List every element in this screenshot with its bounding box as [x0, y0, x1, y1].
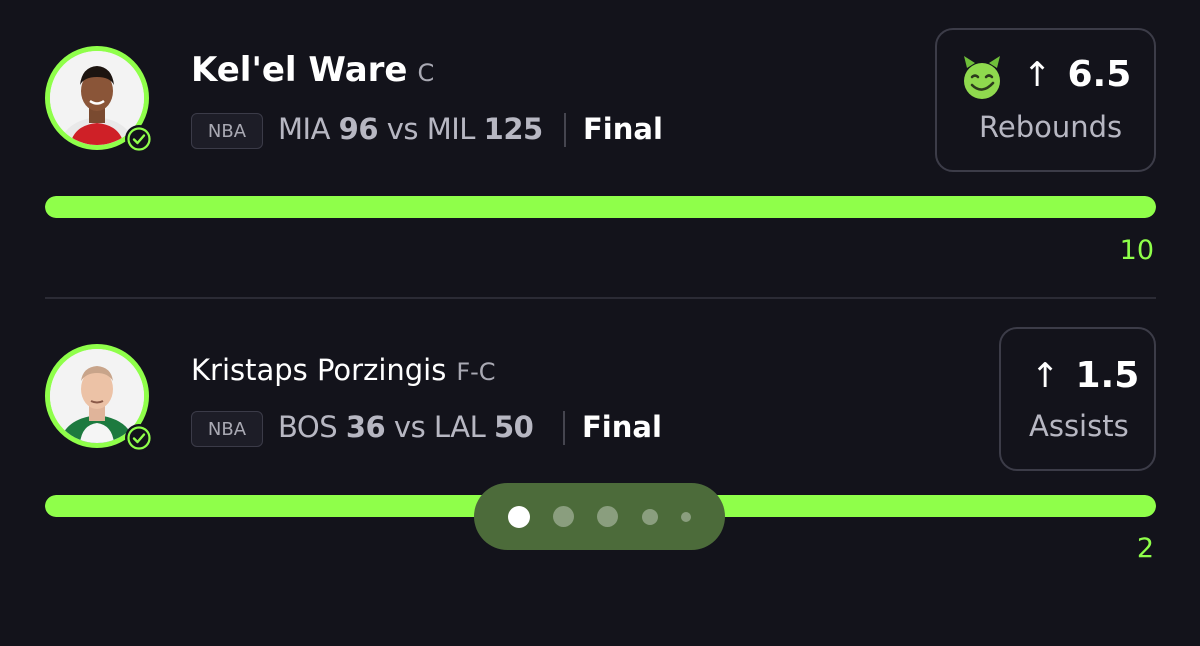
- team2-name: MIL: [426, 112, 476, 146]
- player-name-text: Kel'el Ware: [191, 50, 408, 90]
- vs-label: vs: [386, 112, 419, 146]
- matchup-divider: [563, 411, 565, 445]
- player-name: Kristaps Porzingis F-C: [191, 353, 496, 387]
- smiling-devil-icon: [964, 56, 1000, 99]
- game-matchup: MIA 96 vs MIL 125: [278, 112, 543, 146]
- verified-badge: [125, 424, 153, 452]
- stat-type-label: Rebounds: [979, 110, 1123, 144]
- stat-line-value: ↑ 6.5: [1023, 54, 1131, 95]
- line-value: 1.5: [1075, 355, 1140, 396]
- stat-line-value: ↑ 1.5: [1031, 355, 1139, 396]
- line-value: 6.5: [1067, 54, 1132, 95]
- team2-name: LAL: [433, 410, 486, 444]
- page-dot[interactable]: [681, 511, 691, 522]
- up-arrow-icon: ↑: [1031, 355, 1060, 396]
- player-position: C: [417, 59, 435, 87]
- team1-name: MIA: [278, 112, 330, 146]
- game-status: Final: [583, 112, 663, 146]
- matchup-divider: [564, 113, 566, 147]
- stat-result-value: 10: [1119, 235, 1154, 266]
- page-dot[interactable]: [596, 506, 618, 527]
- check-circle-icon: [127, 127, 151, 151]
- pick-card-2[interactable]: Kristaps Porzingis F-C NBA BOS 36 vs LAL …: [0, 299, 1200, 646]
- stat-result-value: 2: [1136, 533, 1154, 564]
- stat-line-box[interactable]: ↑ 6.5 Rebounds: [935, 28, 1156, 172]
- team2-score: 50: [493, 410, 534, 444]
- verified-badge: [125, 125, 153, 153]
- up-arrow-icon: ↑: [1023, 54, 1052, 95]
- team1-score: 36: [345, 410, 386, 444]
- player-name: Kel'el Ware C: [191, 50, 434, 90]
- player-name-text: Kristaps Porzingis: [191, 353, 447, 387]
- game-matchup: BOS 36 vs LAL 50: [278, 410, 534, 444]
- check-circle-icon: [127, 426, 151, 450]
- player-position: F-C: [456, 358, 496, 386]
- stat-line-box[interactable]: ↑ 1.5 Assists: [999, 327, 1156, 471]
- team1-score: 96: [338, 112, 379, 146]
- page-dot[interactable]: [552, 506, 574, 527]
- stat-progress-fill: [45, 196, 1156, 218]
- page-dot[interactable]: [508, 505, 530, 528]
- league-badge: NBA: [191, 411, 263, 447]
- vs-label: vs: [393, 410, 426, 444]
- team1-name: BOS: [278, 410, 338, 444]
- stat-type-label: Assists: [1029, 409, 1129, 443]
- stat-progress-bar: [45, 196, 1156, 218]
- team2-score: 125: [483, 112, 544, 146]
- page-dot[interactable]: [642, 508, 658, 525]
- page-indicator[interactable]: [474, 483, 725, 550]
- game-status: Final: [582, 410, 662, 444]
- league-badge: NBA: [191, 113, 263, 149]
- pick-card-1[interactable]: Kel'el Ware C NBA MIA 96 vs MIL 125 Final…: [0, 0, 1200, 297]
